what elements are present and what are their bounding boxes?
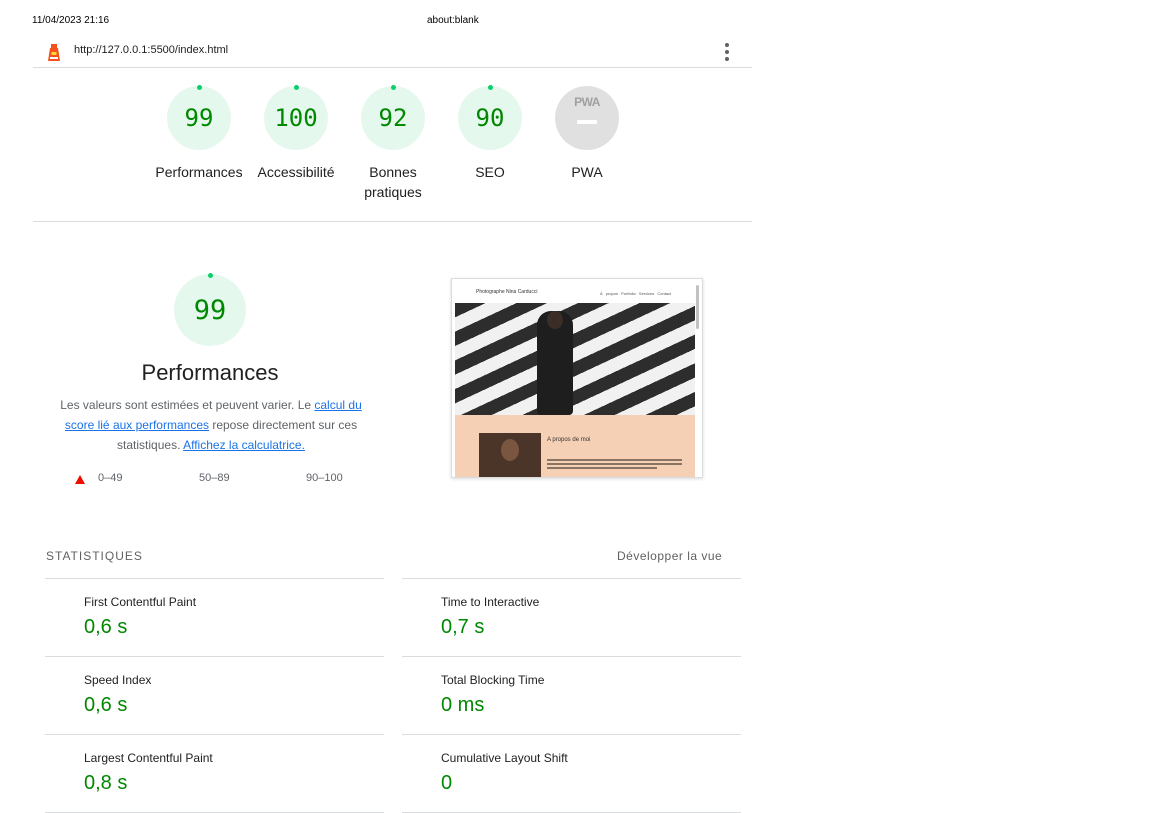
thumb-site-name: Photographe Nina Carducci — [476, 289, 538, 295]
gauge-circle: 90 — [458, 85, 522, 150]
metric-value: 0,8 s — [84, 772, 128, 794]
thumb-about-title: A propos de moi — [547, 437, 591, 443]
gauge-best-practices[interactable]: 92 Bonnes pratiques — [344, 85, 442, 202]
thumb-about-section: A propos de moi — [455, 415, 695, 477]
gauge-dot — [487, 85, 493, 90]
stats-header: STATISTIQUES — [46, 549, 143, 563]
gauge-circle: 99 — [167, 85, 231, 150]
metric-label: Largest Contentful Paint — [84, 751, 213, 765]
legend-fail: 0–49 — [98, 472, 123, 484]
pwa-dash — [577, 120, 597, 124]
desc-text: Les valeurs sont estimées et peuvent var… — [60, 398, 315, 412]
thumb-person-head — [547, 311, 563, 329]
gauge-performance[interactable]: 99 Performances — [150, 85, 248, 182]
gauge-pwa[interactable]: PWA PWA — [538, 86, 636, 182]
gauge-score: 92 — [378, 104, 408, 132]
gauge-score: 90 — [475, 104, 505, 132]
thumb-site-nav: À propos Portfolio Services Contact — [600, 291, 672, 296]
gauge-score: 99 — [184, 104, 214, 132]
legend-pass: 90–100 — [306, 472, 343, 484]
pwa-badge-icon: PWA — [555, 86, 619, 150]
metric-lcp: Largest Contentful Paint 0,8 s — [45, 734, 384, 813]
metric-value: 0,6 s — [84, 694, 128, 716]
section-divider — [33, 221, 752, 222]
gauge-dot — [207, 273, 213, 278]
metric-label: Time to Interactive — [441, 595, 540, 609]
report-url[interactable]: http://127.0.0.1:5500/index.html — [74, 44, 228, 56]
gauge-score: 100 — [274, 104, 318, 132]
gauge-label: Accessibilité — [257, 164, 335, 180]
metric-value: 0,7 s — [441, 616, 485, 638]
gauge-label: Bonnes pratiques — [364, 164, 422, 200]
metric-tti: Time to Interactive 0,7 s — [402, 578, 741, 657]
gauge-circle: 100 — [264, 85, 328, 150]
metric-label: Total Blocking Time — [441, 673, 545, 687]
gauge-label: PWA — [571, 164, 603, 180]
gauge-dot — [196, 85, 202, 90]
metric-value: 0 — [441, 772, 453, 794]
pwa-badge-text: PWA — [574, 95, 600, 109]
metric-value: 0,6 s — [84, 616, 128, 638]
fail-triangle-icon — [75, 475, 85, 484]
print-page-title: about:blank — [427, 15, 479, 26]
metric-speed-index: Speed Index 0,6 s — [45, 656, 384, 735]
thumb-text-line — [547, 467, 657, 469]
metric-tbt: Total Blocking Time 0 ms — [402, 656, 741, 735]
metric-label: Cumulative Layout Shift — [441, 751, 568, 765]
final-screenshot: Photographe Nina Carducci À propos Portf… — [451, 278, 703, 478]
metric-label: First Contentful Paint — [84, 595, 197, 609]
thumb-text-line — [547, 459, 682, 461]
gauge-dot — [293, 85, 299, 90]
metric-cls: Cumulative Layout Shift 0 — [402, 734, 741, 813]
metric-label: Speed Index — [84, 673, 152, 687]
expand-view-toggle[interactable]: Développer la vue — [617, 549, 722, 563]
report-topbar: http://127.0.0.1:5500/index.html — [33, 36, 752, 68]
calculator-link[interactable]: Affichez la calculatrice. — [183, 438, 305, 452]
lighthouse-icon — [48, 44, 60, 61]
performance-gauge: 99 — [174, 273, 246, 346]
kebab-menu-icon[interactable] — [723, 42, 731, 62]
gauge-seo[interactable]: 90 SEO — [441, 85, 539, 182]
gauge-circle: 92 — [361, 85, 425, 150]
legend-average: 50–89 — [199, 472, 230, 484]
gauge-accessibility[interactable]: 100 Accessibilité — [247, 85, 345, 182]
gauge-dot — [390, 85, 396, 90]
performance-description: Les valeurs sont estimées et peuvent var… — [55, 395, 367, 455]
gauge-label: Performances — [155, 164, 243, 180]
metric-value: 0 ms — [441, 694, 485, 716]
performance-score: 99 — [193, 294, 227, 326]
thumb-about-face — [501, 439, 519, 461]
performance-title: Performances — [141, 360, 279, 385]
thumb-text-line — [547, 463, 682, 465]
print-date: 11/04/2023 21:16 — [32, 15, 110, 26]
gauge-label: SEO — [475, 164, 505, 180]
metric-fcp: First Contentful Paint 0,6 s — [45, 578, 384, 657]
thumb-scrollbar — [696, 285, 699, 329]
thumb-hero-image — [455, 303, 695, 415]
